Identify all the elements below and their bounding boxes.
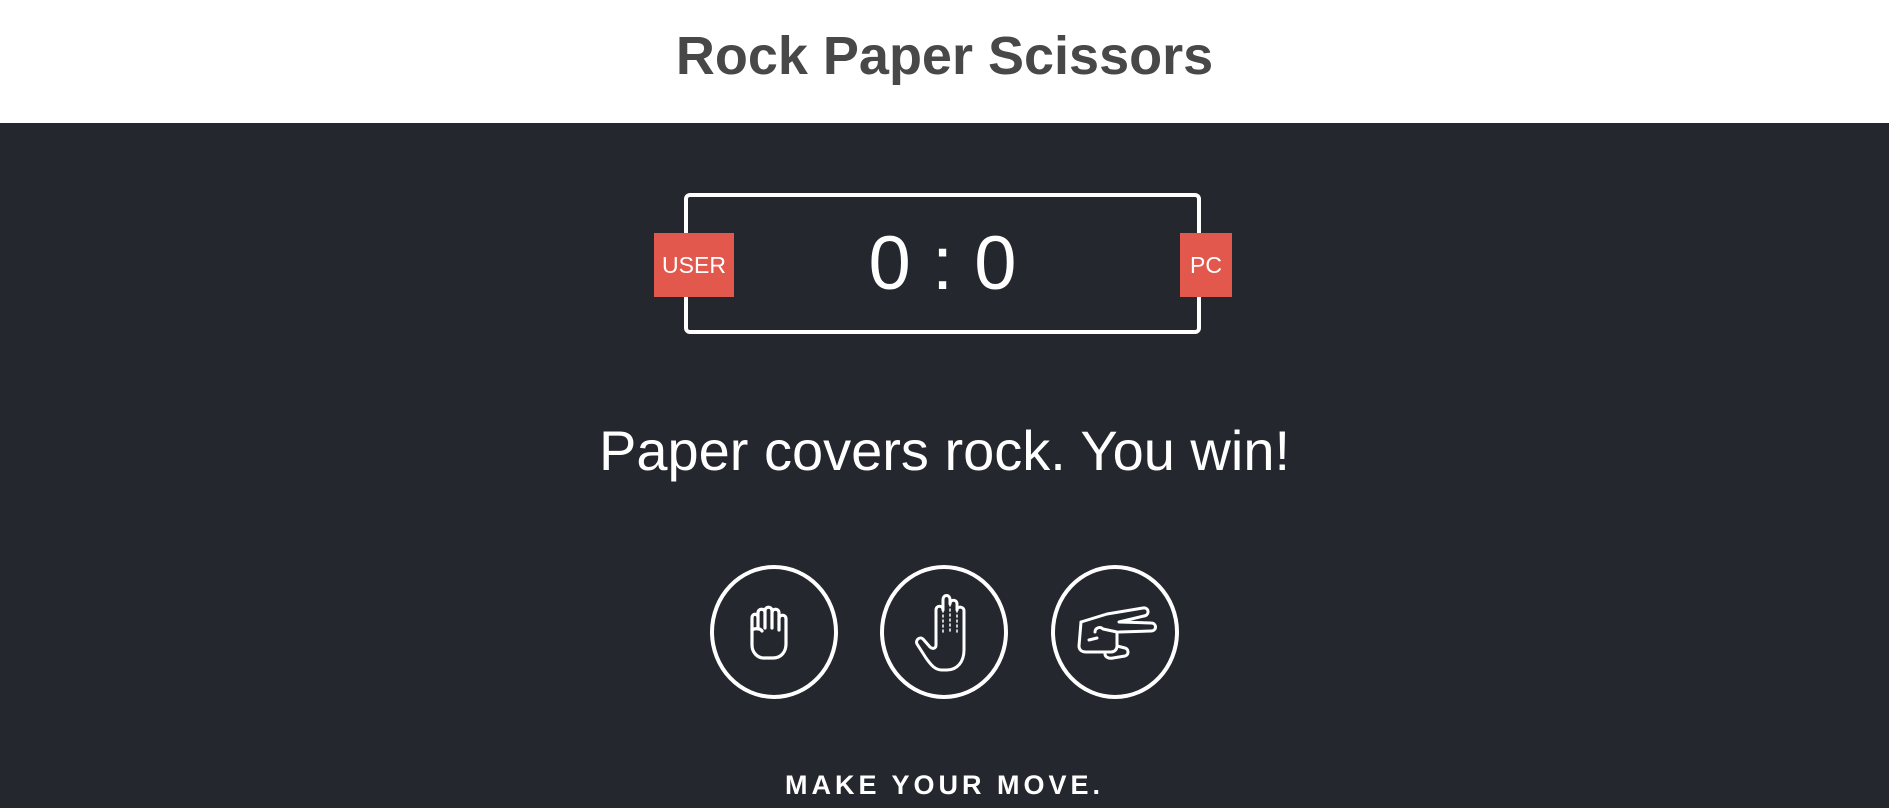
paper-button[interactable] [880, 565, 1008, 699]
user-badge: USER [654, 233, 734, 297]
score-separator: : [931, 221, 954, 306]
rock-button[interactable] [710, 565, 838, 699]
fist-icon [750, 605, 788, 660]
open-hand-icon [915, 594, 966, 672]
header: Rock Paper Scissors [0, 0, 1889, 123]
page-title: Rock Paper Scissors [675, 26, 1214, 86]
score-display: 0 : 0 [688, 221, 1197, 307]
scoreboard: 0 : 0 [684, 193, 1201, 334]
pc-badge: PC [1180, 233, 1232, 297]
pc-score: 0 [974, 221, 1017, 306]
result-message: Paper covers rock. You win! [598, 419, 1291, 482]
scissors-hand-icon [1077, 606, 1157, 660]
user-score: 0 [868, 221, 911, 306]
game-page: Rock Paper Scissors 0 : 0 USER PC Paper … [0, 0, 1889, 808]
scissors-button[interactable] [1051, 565, 1179, 699]
move-prompt: MAKE YOUR MOVE. [784, 770, 1105, 800]
